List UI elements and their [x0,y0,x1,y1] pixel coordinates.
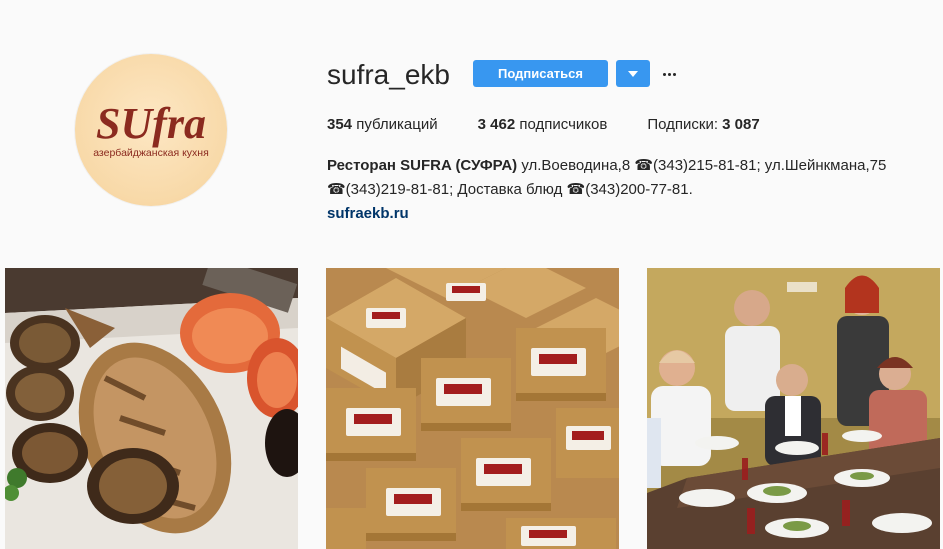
following-count: 3 087 [722,116,760,133]
followers-label: подписчиков [519,116,608,133]
post-tile-fish[interactable] [5,268,298,549]
post-image-fish [5,268,298,549]
post-image-guests [647,268,940,549]
post-tile-guests[interactable] [647,268,940,549]
posts-label: публикаций [356,116,438,133]
posts-stat: 354 публикаций [327,115,438,135]
bio-line-2: ☎(343)219-81-81; Доставка блюд ☎(343)200… [327,181,693,198]
profile-avatar[interactable]: SUfra азербайджанская кухня [75,54,227,206]
profile-stats: 354 публикаций 3 462 подписчиков Подписк… [327,115,800,135]
avatar-image: SUfra азербайджанская кухня [75,54,227,206]
follow-button[interactable]: Подписаться [473,60,608,87]
post-tile-boxes[interactable] [326,268,619,549]
profile-bio: Ресторан SUFRA (СУФРА) ул.Воеводина,8 ☎(… [327,154,927,226]
posts-count: 354 [327,116,353,133]
website-link[interactable]: sufraekb.ru [327,202,927,226]
chevron-down-icon [628,70,638,77]
profile-username: sufra_ekb [327,59,450,90]
profile-full-name: Ресторан SUFRA (СУФРА) [327,157,518,174]
avatar-logo-subtitle: азербайджанская кухня [93,147,209,159]
more-options-icon[interactable] [661,66,677,82]
following-stat[interactable]: Подписки: 3 087 [647,115,759,135]
suggestions-dropdown-button[interactable] [616,60,650,87]
followers-count: 3 462 [477,116,516,133]
avatar-logo-text: SUfra [96,99,206,148]
post-image-boxes [326,268,619,549]
bio-line-1: ул.Воеводина,8 ☎(343)215-81-81; ул.Шейнк… [517,157,887,174]
followers-stat[interactable]: 3 462 подписчиков [478,115,608,135]
following-label: Подписки: [647,116,718,133]
